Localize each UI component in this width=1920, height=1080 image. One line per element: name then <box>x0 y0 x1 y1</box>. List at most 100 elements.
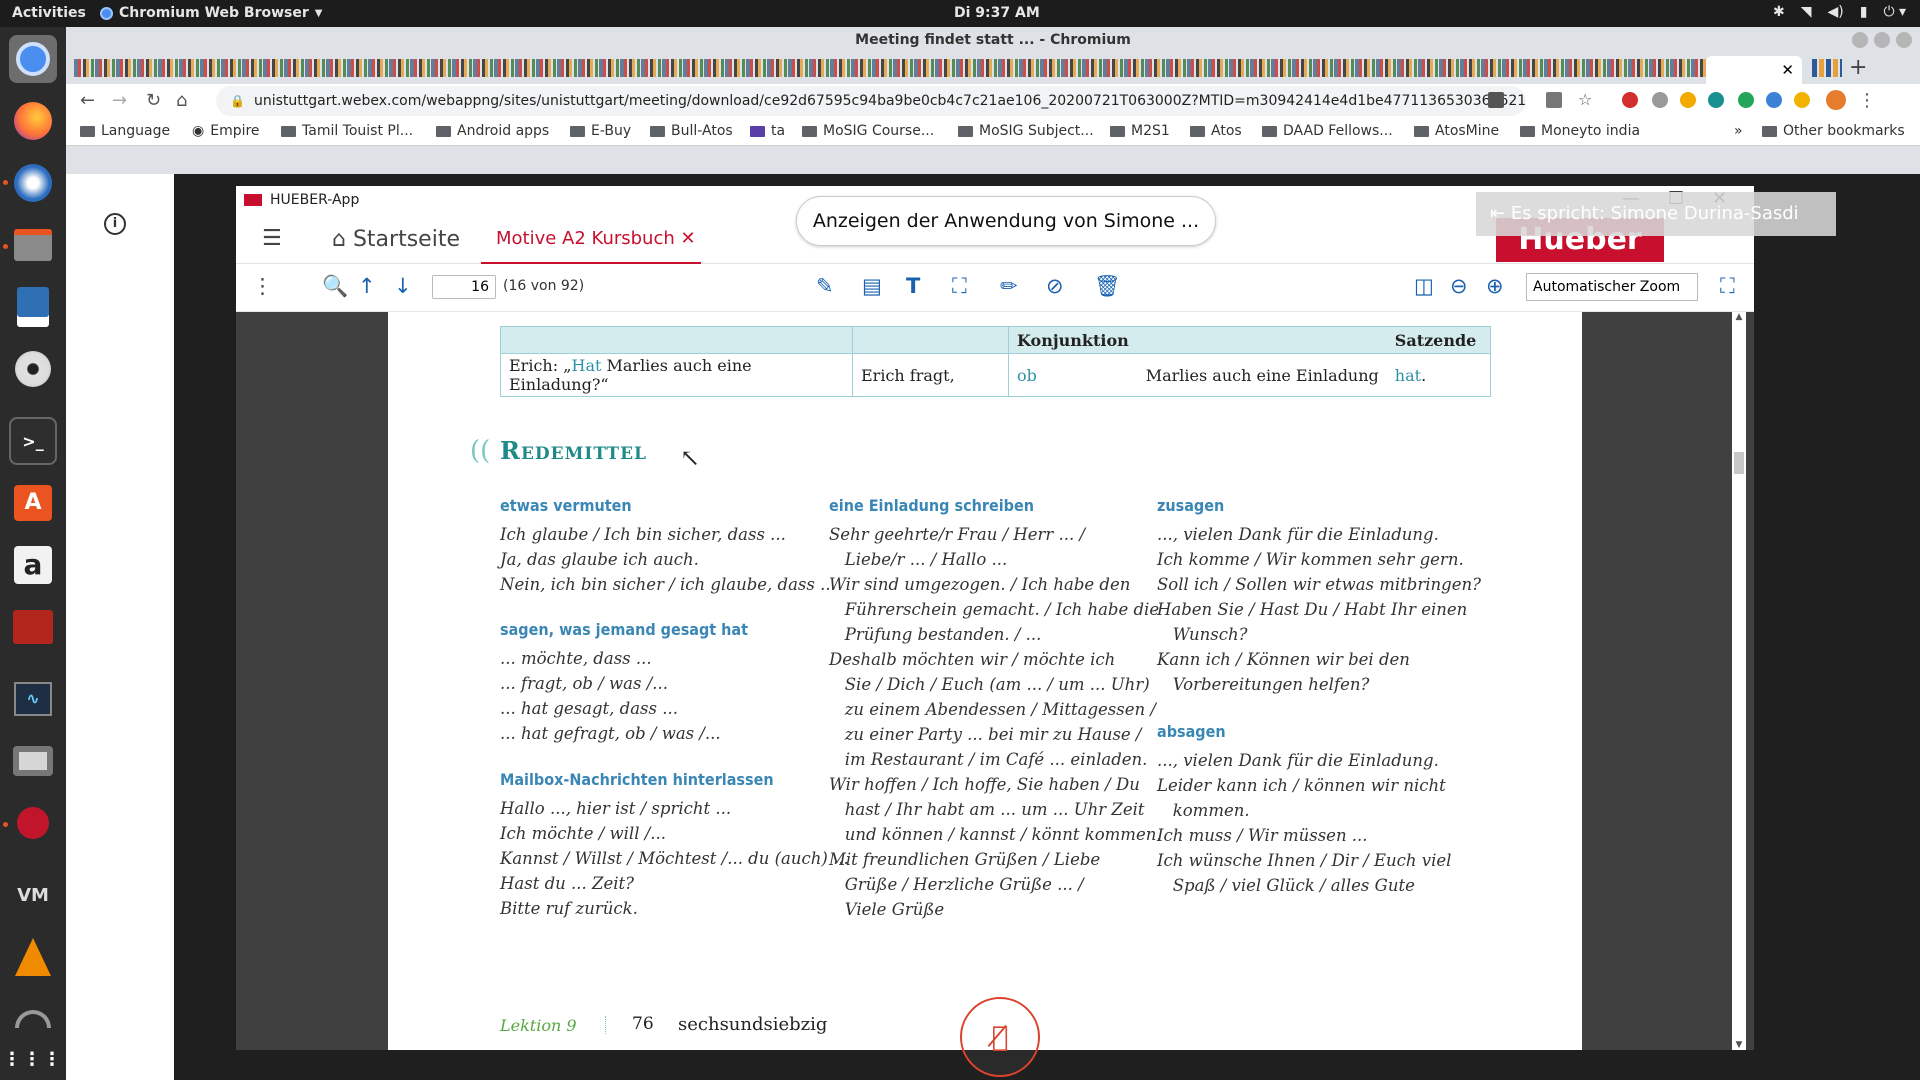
mute-microphone-button[interactable]: 🎙̸ <box>960 997 1040 1077</box>
scrollbar-thumb[interactable] <box>1734 452 1744 474</box>
pen-icon[interactable]: ✏ <box>1000 274 1018 298</box>
extension-icon[interactable] <box>1652 92 1668 108</box>
minimize-button[interactable] <box>1852 32 1868 48</box>
vm-icon[interactable]: VM <box>9 871 57 919</box>
extension-icon[interactable] <box>1766 92 1782 108</box>
reload-button[interactable]: ↻ <box>146 90 161 111</box>
bookmark-ebuy[interactable]: E-Buy <box>570 123 631 139</box>
bookmark-m2s1[interactable]: M2S1 <box>1110 123 1170 139</box>
zoom-select[interactable]: Automatischer Zoom <box>1526 273 1698 301</box>
zoom-in-icon[interactable]: ⊕ <box>1486 274 1504 298</box>
bookmark-language[interactable]: Language <box>80 123 170 139</box>
tab-extra[interactable] <box>1812 59 1842 77</box>
trash-icon[interactable]: 🗑 <box>1094 274 1121 299</box>
camera-icon[interactable] <box>9 737 57 785</box>
scroll-up-icon[interactable]: ▲ <box>1732 312 1746 322</box>
forward-button[interactable]: → <box>112 90 127 111</box>
bookmark-bull-atos[interactable]: Bull-Atos <box>650 123 733 139</box>
amazon-icon[interactable]: a <box>9 541 57 589</box>
system-monitor-icon[interactable]: ∿ <box>9 675 57 723</box>
phrase-line: Kannst / Willst / Möchtest /... du (auch… <box>500 849 849 868</box>
address-bar[interactable]: 🔒 unistuttgart.webex.com/webappng/sites/… <box>216 86 1526 116</box>
fullscreen-icon[interactable]: ⛶ <box>1720 274 1735 299</box>
find-icon[interactable]: 🔍 <box>322 274 348 299</box>
extension-icon[interactable] <box>1680 92 1696 108</box>
activities-button[interactable]: Activities <box>12 5 86 21</box>
page-content: i HUEBER-App — ☐ ✕ Anzeigen der Anwendun… <box>66 174 1920 1080</box>
sidebar-toggle-icon[interactable]: ◫ <box>1414 274 1434 298</box>
power-icon[interactable]: ⏻ ▾ <box>1883 4 1906 20</box>
avatar[interactable] <box>1826 90 1846 110</box>
text-icon[interactable]: T <box>906 274 920 298</box>
bookmark-tamil[interactable]: Tamil Touist Pl... <box>281 123 413 139</box>
close-window-button[interactable] <box>1896 32 1912 48</box>
close-tab-icon[interactable]: ✕ <box>681 228 696 249</box>
highlighter-icon[interactable]: ✎ <box>816 274 834 298</box>
wifi-icon[interactable]: ◥ <box>1801 4 1812 20</box>
more-options-icon[interactable]: ⋮ <box>252 274 273 298</box>
scroll-down-icon[interactable]: ▼ <box>1732 1040 1746 1050</box>
translate-icon[interactable] <box>1546 92 1562 108</box>
bookmark-empire[interactable]: ◉ Empire <box>192 123 260 139</box>
chromium-icon[interactable] <box>9 35 57 83</box>
files-icon[interactable] <box>9 221 57 269</box>
lock-icon[interactable]: 🔒 <box>230 86 245 116</box>
previous-page-icon[interactable]: ↑ <box>358 274 376 298</box>
app-menu[interactable]: Chromium Web Browser ▼ <box>100 5 322 21</box>
share-banner[interactable]: Anzeigen der Anwendung von Simone ... <box>796 196 1216 246</box>
rhythmbox-icon[interactable] <box>9 345 57 393</box>
home-button[interactable]: ⌂ <box>176 90 187 111</box>
pdf-viewport[interactable]: Konjunktion Satzende Erich: „Hat Marlies… <box>236 312 1754 1050</box>
back-button[interactable]: ← <box>80 90 95 111</box>
bookmark-daad[interactable]: DAAD Fellows... <box>1262 123 1393 139</box>
new-tab-button[interactable]: + <box>1849 55 1867 80</box>
bluetooth-icon[interactable]: ✱ <box>1773 4 1785 20</box>
hide-annotations-icon[interactable]: ⊘ <box>1046 274 1064 298</box>
bookmark-atosmine[interactable]: AtosMine <box>1414 123 1499 139</box>
text-editor-icon[interactable] <box>9 283 57 331</box>
collapse-arrow-icon[interactable]: ⇤ <box>1490 203 1511 224</box>
bookmark-moneyto[interactable]: Moneyto india <box>1520 123 1640 139</box>
extension-icon[interactable] <box>1794 92 1810 108</box>
pdf-scrollbar[interactable]: ▲ ▼ <box>1732 312 1746 1050</box>
bookmarks-overflow[interactable]: » <box>1734 123 1743 139</box>
firefox-icon[interactable] <box>9 97 57 145</box>
close-tab-icon[interactable]: ✕ <box>1781 61 1794 79</box>
cherry-icon[interactable] <box>9 799 57 847</box>
book-tab[interactable]: Motive A2 Kursbuch ✕ <box>496 228 696 249</box>
clock[interactable]: Di 9:37 AM <box>954 5 1040 21</box>
volume-icon[interactable]: ◀) <box>1827 4 1843 20</box>
bookmark-android[interactable]: Android apps <box>436 123 549 139</box>
hamburger-menu-icon[interactable]: ☰ <box>262 226 282 251</box>
bookmark-ta[interactable]: ta <box>750 123 785 139</box>
adblock-icon[interactable] <box>1622 92 1638 108</box>
maximize-button[interactable] <box>1874 32 1890 48</box>
pinned-tabs[interactable] <box>74 59 1714 77</box>
home-tab[interactable]: ⌂ Startseite <box>332 227 460 252</box>
info-icon[interactable]: i <box>104 213 126 235</box>
camera-blocked-icon[interactable] <box>1488 92 1504 108</box>
zoom-out-icon[interactable]: ⊖ <box>1450 274 1468 298</box>
menu-dots-icon[interactable]: ⋮ <box>1858 90 1876 111</box>
bookmark-atos[interactable]: Atos <box>1190 123 1242 139</box>
battery-icon[interactable]: ▮ <box>1860 4 1868 20</box>
system-tray[interactable]: ✱ ◥ ◀) ▮ ⏻ ▾ <box>1773 4 1906 20</box>
next-page-icon[interactable]: ↓ <box>394 274 412 298</box>
extension-icon[interactable] <box>1708 92 1724 108</box>
software-icon[interactable]: A <box>9 479 57 527</box>
app-icon[interactable] <box>9 603 57 651</box>
apps-grid-icon[interactable]: ⋮⋮⋮ <box>3 1035 61 1080</box>
page-number-input[interactable]: 16 <box>432 275 496 299</box>
text-box-icon[interactable]: ⛶ <box>952 274 967 299</box>
subheading: absagen <box>1157 722 1226 741</box>
tab-active[interactable]: ✕ <box>1706 56 1802 84</box>
terminal-icon[interactable]: >_ <box>9 417 57 465</box>
thunderbird-icon[interactable] <box>9 159 57 207</box>
vlc-icon[interactable] <box>9 933 57 981</box>
bookmark-mosig-course[interactable]: MoSIG Course... <box>802 123 934 139</box>
other-bookmarks[interactable]: Other bookmarks <box>1762 123 1905 139</box>
extension-icon[interactable] <box>1738 92 1754 108</box>
comment-icon[interactable]: ▤ <box>862 274 882 298</box>
star-icon[interactable]: ☆ <box>1578 90 1592 109</box>
bookmark-mosig-subject[interactable]: MoSIG Subject... <box>958 123 1094 139</box>
